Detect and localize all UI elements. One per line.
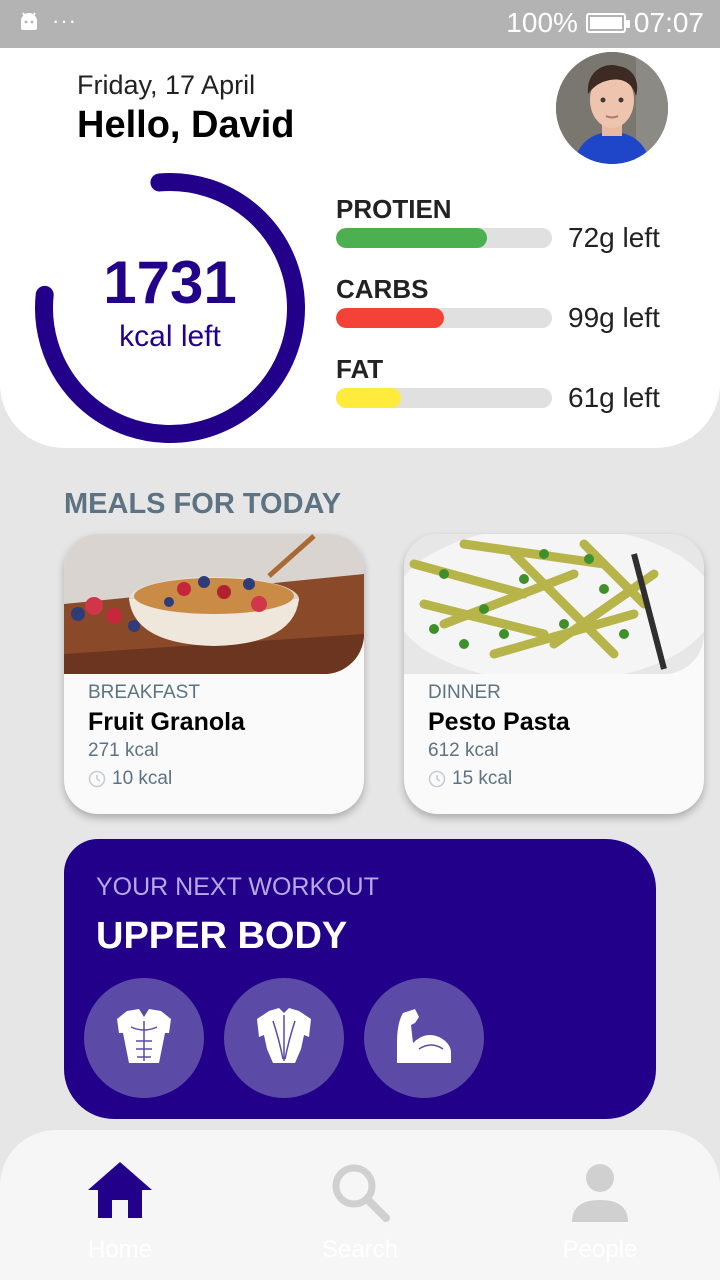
workout-subtitle: YOUR NEXT WORKOUT — [96, 873, 379, 901]
meal-kcal: 271 kcal — [88, 740, 159, 761]
bottom-navigation: Home Search People — [0, 1130, 720, 1280]
biceps-icon — [397, 1009, 451, 1063]
macro-progress-fill — [336, 308, 444, 328]
summary-card: Friday, 17 April Hello, David 1731 kcal … — [0, 48, 720, 448]
meal-image-granola — [64, 534, 364, 674]
meal-name: Fruit Granola — [88, 708, 245, 736]
meal-type: BREAKFAST — [88, 682, 200, 703]
macro-progress-track — [336, 308, 552, 328]
battery-percent: 100% — [506, 7, 578, 38]
meal-kcal: 612 kcal — [428, 740, 499, 761]
chest-icon — [117, 1009, 171, 1063]
back-icon — [257, 1008, 311, 1063]
nav-people[interactable]: People — [480, 1130, 720, 1280]
macro-progress-fill — [336, 228, 488, 248]
clock: 07:07 — [633, 7, 704, 38]
search-icon — [332, 1164, 390, 1222]
workout-title: UPPER BODY — [96, 915, 348, 957]
meal-card-dinner[interactable]: DINNER Pesto Pasta 612 kcal 15 kcal — [404, 534, 704, 814]
macro-remaining: 72g left — [568, 222, 660, 253]
macro-protein: PROTIEN 72g left — [336, 194, 676, 264]
macro-progress-fill — [336, 388, 401, 408]
nav-home[interactable]: Home — [0, 1130, 240, 1280]
nav-home-label: Home — [87, 1236, 153, 1263]
meal-duration-label: 10 kcal — [112, 768, 173, 789]
date-label: Friday, 17 April — [77, 70, 256, 100]
person-icon — [572, 1164, 628, 1222]
macro-remaining: 99g left — [568, 302, 660, 333]
nav-search[interactable]: Search — [240, 1130, 480, 1280]
meals-section-title: MEALS FOR TODAY — [64, 488, 342, 520]
macro-name: CARBS — [336, 274, 429, 304]
muscle-back-button[interactable] — [224, 978, 344, 1098]
notification-dots: ··· — [52, 8, 77, 33]
battery-icon — [585, 13, 630, 33]
android-icon — [21, 12, 37, 30]
next-workout-card[interactable]: YOUR NEXT WORKOUT UPPER BODY — [64, 839, 656, 1119]
macro-progress-track — [336, 388, 552, 408]
meal-duration: 10 kcal — [88, 768, 172, 790]
meal-type: DINNER — [428, 682, 501, 703]
kcal-remaining-value: 1731 — [103, 249, 237, 316]
muscle-chest-button[interactable] — [84, 978, 204, 1098]
clock-icon — [88, 770, 106, 788]
kcal-remaining-label: kcal left — [119, 320, 221, 353]
macro-fat: FAT 61g left — [336, 354, 676, 424]
macro-remaining: 61g left — [568, 382, 660, 413]
macro-progress-track — [336, 228, 552, 248]
meal-card-breakfast[interactable]: BREAKFAST Fruit Granola 271 kcal 10 kcal — [64, 534, 364, 814]
meal-image-pesto — [404, 534, 704, 674]
home-icon — [88, 1162, 152, 1218]
meal-name: Pesto Pasta — [428, 708, 570, 736]
meal-duration: 15 kcal — [428, 768, 512, 790]
muscle-biceps-button[interactable] — [364, 978, 484, 1098]
avatar-photo — [556, 52, 668, 164]
meal-duration-label: 15 kcal — [452, 768, 513, 789]
status-bar: ··· 100% 07:07 — [0, 0, 720, 48]
macro-name: FAT — [336, 354, 384, 384]
clock-icon — [428, 770, 446, 788]
greeting: Hello, David — [77, 104, 295, 146]
macro-carbs: CARBS 99g left — [336, 274, 676, 344]
nav-search-label: Search — [321, 1236, 399, 1263]
avatar[interactable] — [556, 52, 668, 164]
nav-people-label: People — [562, 1236, 638, 1263]
macro-name: PROTIEN — [336, 194, 452, 224]
